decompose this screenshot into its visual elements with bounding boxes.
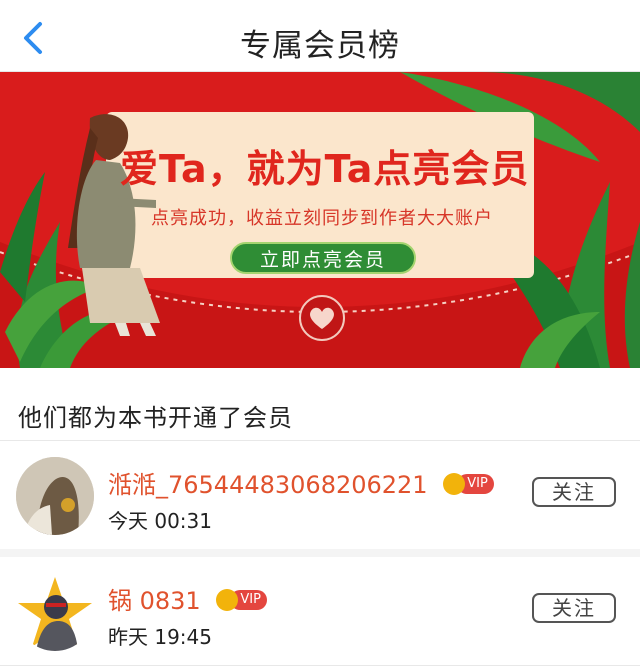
page-title: 专属会员榜: [240, 28, 400, 64]
vip-badge: VIP: [216, 585, 267, 611]
avatar-image: [16, 573, 94, 651]
divider: [0, 665, 640, 666]
row-separator: [0, 549, 640, 557]
avatar[interactable]: [16, 457, 94, 535]
vip-badge: VIP: [443, 469, 494, 495]
top-nav-bar: 专属会员榜: [0, 0, 640, 72]
member-time: 今天 00:31: [108, 509, 212, 533]
light-up-membership-button[interactable]: 立即点亮会员: [230, 242, 416, 274]
member-time: 昨天 19:45: [108, 625, 212, 649]
promo-banner[interactable]: 爱Ta，就为Ta点亮会员 点亮成功，收益立刻同步到作者大大账户 立即点亮会员: [0, 72, 640, 368]
banner-subtitle: 点亮成功，收益立刻同步到作者大大账户: [151, 208, 493, 229]
member-name[interactable]: 湉湉_76544483068206221: [108, 471, 428, 499]
avatar[interactable]: [16, 573, 94, 651]
banner-headline: 爱Ta，就为Ta点亮会员: [120, 147, 530, 191]
member-row[interactable]: 锅 0831 VIP 昨天 19:45 关注: [0, 557, 640, 665]
member-name-row: 锅 0831 VIP: [108, 581, 267, 616]
avatar-image: [16, 457, 94, 535]
follow-button[interactable]: 关注: [532, 593, 616, 623]
follow-button[interactable]: 关注: [532, 477, 616, 507]
section-title: 他们都为本书开通了会员: [18, 404, 293, 432]
member-name-row: 湉湉_76544483068206221 VIP: [108, 465, 494, 500]
member-row[interactable]: 湉湉_76544483068206221 VIP 今天 00:31 关注: [0, 441, 640, 549]
member-name[interactable]: 锅 0831: [108, 587, 201, 615]
heart-seal-icon: [299, 295, 345, 341]
